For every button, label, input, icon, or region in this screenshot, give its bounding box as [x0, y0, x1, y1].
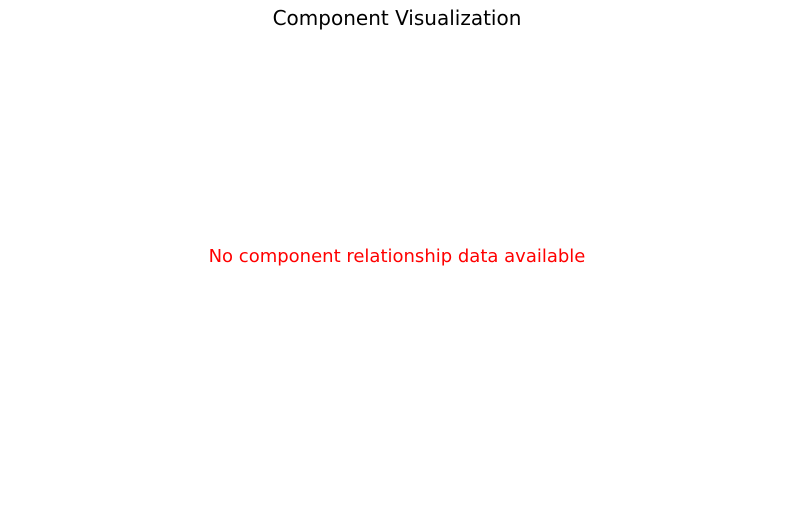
- chart-figure: Component Visualization No component rel…: [0, 0, 794, 506]
- chart-title: Component Visualization: [272, 6, 522, 30]
- no-data-message: No component relationship data available: [208, 246, 586, 267]
